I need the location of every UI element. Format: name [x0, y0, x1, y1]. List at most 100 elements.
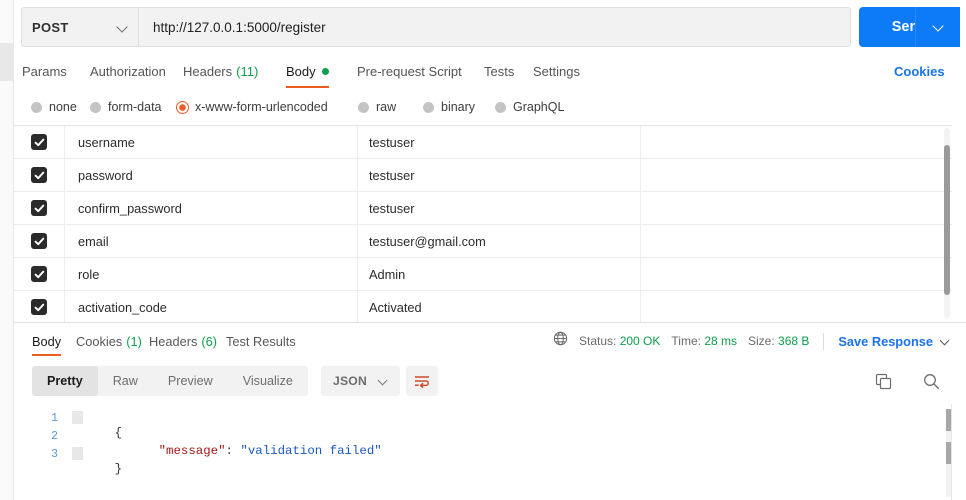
rail-active-marker — [0, 43, 13, 81]
table-row[interactable]: role Admin — [14, 258, 952, 291]
word-wrap-toggle-button[interactable] — [406, 366, 438, 396]
row-enabled-cell — [14, 192, 65, 224]
json-value: "validation failed" — [240, 444, 382, 458]
response-tab-cookies-count: (1) — [126, 333, 142, 349]
body-type-raw[interactable]: raw — [358, 90, 396, 124]
view-mode-pretty[interactable]: Pretty — [32, 366, 98, 396]
param-description-cell[interactable] — [641, 258, 952, 290]
param-description-cell[interactable] — [641, 291, 952, 322]
body-type-form-data[interactable]: form-data — [90, 90, 162, 124]
table-scrollbar-thumb[interactable] — [944, 145, 950, 295]
param-key-cell[interactable]: activation_code — [65, 291, 358, 322]
param-key-cell[interactable]: username — [65, 126, 358, 158]
body-type-x-www-form-urlencoded[interactable]: x-www-form-urlencoded — [177, 90, 328, 124]
tab-authorization-label: Authorization — [90, 64, 166, 79]
param-value-cell[interactable]: testuser — [358, 192, 641, 224]
table-row[interactable]: password testuser — [14, 159, 952, 192]
tab-authorization[interactable]: Authorization — [90, 55, 166, 88]
body-type-none-label: none — [49, 100, 77, 114]
response-tab-cookies[interactable]: Cookies (1) — [76, 326, 142, 356]
response-tab-cookies-label: Cookies — [76, 333, 123, 349]
json-colon: : — [225, 444, 241, 458]
radio-icon — [358, 101, 369, 113]
send-options-button[interactable] — [915, 7, 960, 47]
tab-tests[interactable]: Tests — [484, 55, 514, 88]
response-format-selector[interactable]: JSON — [321, 366, 400, 396]
chevron-down-icon — [941, 337, 950, 346]
body-type-none[interactable]: none — [31, 90, 77, 124]
radio-icon — [423, 101, 434, 113]
copy-icon[interactable] — [874, 372, 893, 396]
code-line-numbers: 1 2 3 — [14, 404, 70, 500]
tab-params[interactable]: Params — [22, 55, 67, 88]
response-tab-body-label: Body — [32, 333, 62, 349]
line-number: 2 — [51, 430, 58, 443]
param-key-cell[interactable]: confirm_password — [65, 192, 358, 224]
checkbox-checked-icon[interactable] — [31, 134, 47, 150]
body-type-graphql[interactable]: GraphQL — [495, 90, 564, 124]
param-key-cell[interactable]: role — [65, 258, 358, 290]
row-enabled-cell — [14, 291, 65, 322]
tab-body-label: Body — [286, 64, 316, 79]
table-row[interactable]: confirm_password testuser — [14, 192, 952, 225]
status-label: Status: — [579, 334, 617, 348]
globe-icon — [553, 331, 568, 351]
checkbox-checked-icon[interactable] — [31, 167, 47, 183]
body-type-binary[interactable]: binary — [423, 90, 475, 124]
param-value-cell[interactable]: testuser — [358, 159, 641, 191]
size-label: Size: — [748, 334, 775, 348]
response-divider — [14, 322, 966, 323]
save-response-button[interactable]: Save Response — [838, 334, 950, 349]
response-meta-bar: Status: 200 OK Time: 28 ms Size: 368 B S… — [553, 326, 950, 356]
response-tab-body[interactable]: Body — [32, 326, 62, 356]
response-body-code-viewer[interactable]: 1 2 3 { "message": "validation failed" } — [14, 404, 966, 500]
row-enabled-cell — [14, 225, 65, 257]
http-method-label: POST — [32, 19, 69, 35]
chevron-down-icon — [118, 22, 128, 32]
param-value-cell[interactable]: Activated — [358, 291, 641, 322]
param-value-cell[interactable]: testuser — [358, 126, 641, 158]
body-type-x-www-form-urlencoded-label: x-www-form-urlencoded — [195, 100, 328, 114]
response-tab-headers-count: (6) — [201, 333, 218, 349]
param-value-cell[interactable]: Admin — [358, 258, 641, 290]
cookies-link[interactable]: Cookies — [894, 55, 945, 88]
tab-body[interactable]: Body — [286, 55, 329, 88]
table-row[interactable]: email testuser@gmail.com — [14, 225, 952, 258]
param-value-cell[interactable]: testuser@gmail.com — [358, 225, 641, 257]
code-line-2: "message": "validation failed" — [114, 430, 382, 472]
checkbox-checked-icon[interactable] — [31, 200, 47, 216]
checkbox-checked-icon[interactable] — [31, 266, 47, 282]
param-key-cell[interactable]: password — [65, 159, 358, 191]
radio-icon — [495, 101, 506, 113]
checkbox-checked-icon[interactable] — [31, 233, 47, 249]
response-tab-headers-label: Headers — [149, 333, 198, 349]
tab-headers[interactable]: Headers (11) — [183, 55, 258, 88]
url-input[interactable]: http://127.0.0.1:5000/register — [138, 7, 851, 47]
tab-settings-label: Settings — [533, 64, 580, 79]
response-tab-headers[interactable]: Headers (6) — [149, 326, 217, 356]
search-icon[interactable] — [922, 372, 941, 396]
response-tab-test-results-label: Test Results — [226, 333, 296, 349]
param-description-cell[interactable] — [641, 192, 952, 224]
table-row[interactable]: activation_code Activated — [14, 291, 952, 322]
param-key-cell[interactable]: email — [65, 225, 358, 257]
response-tab-test-results[interactable]: Test Results — [226, 326, 296, 356]
tab-settings[interactable]: Settings — [533, 55, 580, 88]
row-enabled-cell — [14, 159, 65, 191]
radio-icon — [31, 101, 42, 113]
meta-divider — [823, 332, 825, 350]
param-description-cell[interactable] — [641, 126, 952, 158]
param-description-cell[interactable] — [641, 159, 952, 191]
checkbox-checked-icon[interactable] — [31, 299, 47, 315]
view-mode-visualize[interactable]: Visualize — [228, 366, 308, 396]
table-row[interactable]: username testuser — [14, 126, 952, 159]
view-mode-raw[interactable]: Raw — [98, 366, 153, 396]
tab-pre-request-script-label: Pre-request Script — [357, 64, 462, 79]
tab-headers-label: Headers — [183, 64, 233, 79]
response-view-mode-group: Pretty Raw Preview Visualize — [32, 366, 308, 396]
http-method-selector[interactable]: POST — [21, 7, 138, 47]
view-mode-preview[interactable]: Preview — [153, 366, 228, 396]
word-wrap-icon — [415, 376, 429, 388]
tab-pre-request-script[interactable]: Pre-request Script — [357, 55, 462, 88]
param-description-cell[interactable] — [641, 225, 952, 257]
